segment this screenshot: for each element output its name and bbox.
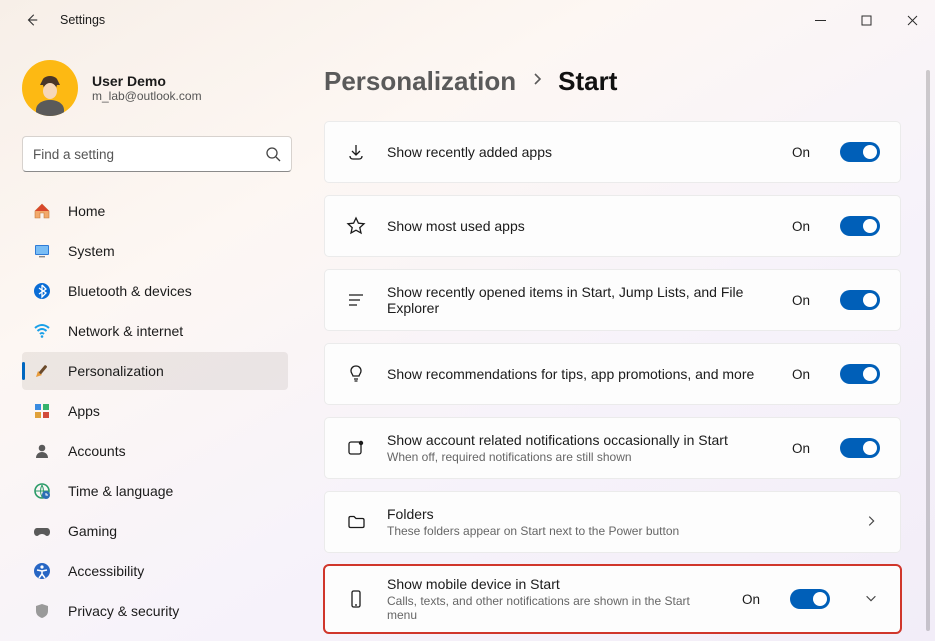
folder-icon [345,511,367,533]
search-icon [265,146,281,162]
nav-list: Home System Bluetooth & devices Network … [22,192,292,630]
chevron-down-icon[interactable] [864,591,880,607]
main-panel: Personalization Start Show recently adde… [310,40,935,641]
settings-list: Show recently added apps On Show most us… [324,121,913,633]
toggle-state: On [742,592,760,607]
maximize-button[interactable] [843,0,889,40]
wifi-icon [32,321,52,341]
system-icon [32,241,52,261]
brush-icon [32,361,52,381]
setting-subtitle: Calls, texts, and other notifications ar… [387,594,722,622]
nav-label: Home [68,203,105,219]
nav-system[interactable]: System [22,232,288,270]
breadcrumb-current: Start [558,66,617,97]
home-icon [32,201,52,221]
phone-icon [345,588,367,610]
toggle-state: On [792,293,810,308]
accessibility-icon [32,561,52,581]
setting-title: Show recently added apps [387,144,772,160]
shield-icon [32,601,52,621]
gamepad-icon [32,521,52,541]
setting-title: Show account related notifications occas… [387,432,772,448]
toggle-state: On [792,219,810,234]
search-input[interactable] [33,147,265,162]
toggle-state: On [792,441,810,456]
setting-recent-items[interactable]: Show recently opened items in Start, Jum… [324,269,901,331]
nav-apps[interactable]: Apps [22,392,288,430]
window-title: Settings [60,13,105,27]
person-icon [32,441,52,461]
badge-icon [345,437,367,459]
close-button[interactable] [889,0,935,40]
toggle-switch[interactable] [840,142,880,162]
search-box[interactable] [22,136,292,172]
setting-title: Show mobile device in Start [387,576,722,592]
back-button[interactable] [18,6,46,34]
setting-recommendations[interactable]: Show recommendations for tips, app promo… [324,343,901,405]
lightbulb-icon [345,363,367,385]
nav-label: Accounts [68,443,126,459]
setting-recently-added[interactable]: Show recently added apps On [324,121,901,183]
nav-label: Personalization [68,363,164,379]
nav-label: Bluetooth & devices [68,283,192,299]
nav-privacy[interactable]: Privacy & security [22,592,288,630]
setting-folders[interactable]: Folders These folders appear on Start ne… [324,491,901,553]
scrollbar[interactable] [926,70,930,631]
nav-label: Privacy & security [68,603,179,619]
bluetooth-icon [32,281,52,301]
toggle-switch[interactable] [840,290,880,310]
setting-mobile-device[interactable]: Show mobile device in Start Calls, texts… [324,565,901,633]
setting-subtitle: When off, required notifications are sti… [387,450,772,464]
toggle-switch[interactable] [790,589,830,609]
apps-icon [32,401,52,421]
user-email: m_lab@outlook.com [92,89,202,103]
user-name: User Demo [92,73,202,89]
setting-title: Folders [387,506,830,522]
setting-most-used[interactable]: Show most used apps On [324,195,901,257]
star-icon [345,215,367,237]
titlebar: Settings [0,0,935,40]
nav-label: Apps [68,403,100,419]
nav-bluetooth[interactable]: Bluetooth & devices [22,272,288,310]
chevron-right-icon [530,72,544,91]
breadcrumb-parent[interactable]: Personalization [324,66,516,97]
nav-accounts[interactable]: Accounts [22,432,288,470]
sidebar: User Demo m_lab@outlook.com Home System … [0,40,310,641]
user-block[interactable]: User Demo m_lab@outlook.com [22,54,292,136]
toggle-state: On [792,145,810,160]
setting-title: Show most used apps [387,218,772,234]
nav-network[interactable]: Network & internet [22,312,288,350]
setting-title: Show recently opened items in Start, Jum… [387,284,772,316]
window-controls [797,0,935,40]
nav-label: Network & internet [68,323,183,339]
minimize-button[interactable] [797,0,843,40]
list-icon [345,289,367,311]
nav-time[interactable]: Time & language [22,472,288,510]
nav-home[interactable]: Home [22,192,288,230]
setting-account-notif[interactable]: Show account related notifications occas… [324,417,901,479]
setting-title: Show recommendations for tips, app promo… [387,366,772,382]
nav-personalization[interactable]: Personalization [22,352,288,390]
nav-accessibility[interactable]: Accessibility [22,552,288,590]
globe-clock-icon [32,481,52,501]
nav-label: System [68,243,115,259]
nav-gaming[interactable]: Gaming [22,512,288,550]
avatar [22,60,78,116]
nav-label: Accessibility [68,563,144,579]
chevron-right-icon [864,514,880,530]
toggle-state: On [792,367,810,382]
toggle-switch[interactable] [840,216,880,236]
setting-subtitle: These folders appear on Start next to th… [387,524,830,538]
nav-label: Gaming [68,523,117,539]
toggle-switch[interactable] [840,364,880,384]
toggle-switch[interactable] [840,438,880,458]
nav-label: Time & language [68,483,173,499]
breadcrumb: Personalization Start [324,66,913,97]
download-icon [345,141,367,163]
